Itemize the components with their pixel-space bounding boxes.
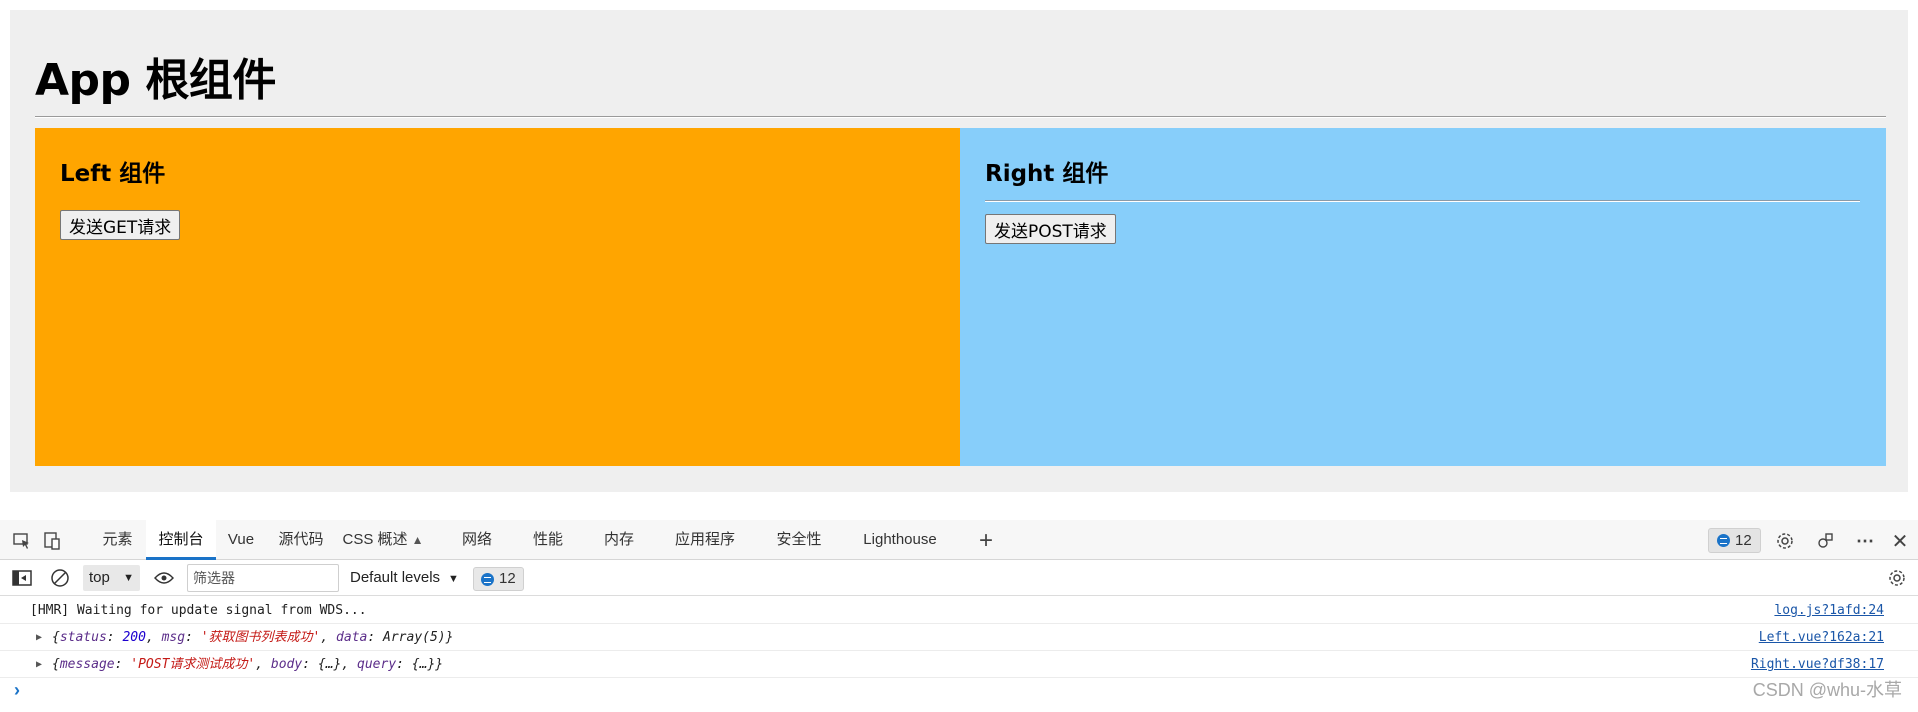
filter-input[interactable]: [187, 564, 339, 592]
console-log-area: [HMR] Waiting for update signal from WDS…: [0, 597, 1918, 702]
issues-count: 12: [1735, 532, 1752, 549]
tab-sources[interactable]: 源代码: [270, 520, 332, 560]
right-divider: [985, 200, 1860, 202]
app-root: App 根组件 Left 组件 发送GET请求 Right 组件 发送POST请…: [10, 10, 1908, 492]
console-filterbar: top ▼ Default levels ▼ 12: [0, 560, 1918, 596]
filter-issues-badge[interactable]: 12: [473, 567, 524, 591]
right-title: Right 组件: [985, 161, 1109, 187]
console-prompt: ›: [14, 680, 20, 700]
left-title: Left 组件: [60, 161, 166, 187]
tab-elements[interactable]: 元素: [90, 520, 145, 560]
log-message: [HMR] Waiting for update signal from WDS…: [30, 603, 367, 618]
beaker-icon: ▲: [411, 533, 424, 547]
log-source-link[interactable]: Left.vue?162a:21: [1759, 624, 1884, 651]
issues-badge[interactable]: 12: [1708, 528, 1761, 553]
eye-icon[interactable]: [152, 566, 176, 590]
tab-css-overview[interactable]: CSS 概述 ▲: [340, 520, 426, 560]
gear-icon[interactable]: [1773, 529, 1797, 553]
tab-console[interactable]: 控制台: [146, 520, 216, 560]
message-icon: [1717, 534, 1730, 547]
log-levels-select[interactable]: Default levels ▼: [350, 565, 459, 591]
tab-vue[interactable]: Vue: [220, 520, 262, 560]
add-tab-icon[interactable]: +: [974, 527, 998, 554]
app-title: App 根组件: [35, 55, 276, 106]
sidebar-toggle-icon[interactable]: [10, 566, 34, 590]
log-row[interactable]: ▶ {message: 'POST请求测试成功', body: {…}, que…: [0, 651, 1918, 678]
right-component: Right 组件 发送POST请求: [960, 128, 1886, 466]
more-options-icon[interactable]: ⋯: [1853, 529, 1877, 553]
context-select[interactable]: top ▼: [83, 565, 140, 591]
caret-down-icon: ▼: [123, 572, 134, 584]
log-object: {status: 200, msg: '获取图书列表成功', data: Arr…: [52, 630, 454, 645]
watermark: CSDN @whu-水草: [1752, 680, 1902, 700]
send-post-button[interactable]: 发送POST请求: [985, 214, 1116, 244]
tab-network[interactable]: 网络: [452, 520, 502, 560]
tab-security[interactable]: 安全性: [766, 520, 832, 560]
log-source-link[interactable]: Right.vue?df38:17: [1751, 651, 1884, 678]
send-get-button[interactable]: 发送GET请求: [60, 210, 181, 240]
message-icon: [481, 572, 494, 586]
left-component: Left 组件 发送GET请求: [35, 128, 960, 466]
filter-issues-count: 12: [499, 570, 516, 587]
log-source-link[interactable]: log.js?1afd:24: [1774, 597, 1884, 624]
app-divider: [35, 116, 1886, 118]
caret-down-icon: ▼: [448, 573, 459, 585]
customize-icon[interactable]: [1813, 529, 1837, 553]
tab-performance[interactable]: 性能: [523, 520, 573, 560]
expand-arrow-icon[interactable]: ▶: [36, 624, 42, 651]
log-row: [HMR] Waiting for update signal from WDS…: [0, 597, 1918, 624]
devtools-tabbar: 元素 控制台 Vue 源代码 CSS 概述 ▲ 网络 性能 内存 应用程序 安全性…: [0, 520, 1918, 560]
log-object: {message: 'POST请求测试成功', body: {…}, query…: [52, 657, 444, 672]
tab-application[interactable]: 应用程序: [665, 520, 745, 560]
context-value: top: [89, 569, 110, 586]
log-row[interactable]: ▶ {status: 200, msg: '获取图书列表成功', data: A…: [0, 624, 1918, 651]
clear-console-icon[interactable]: [48, 566, 72, 590]
console-prompt-row[interactable]: ›: [0, 678, 1918, 702]
console-settings-gear-icon[interactable]: [1885, 566, 1909, 590]
close-icon[interactable]: ✕: [1888, 529, 1912, 553]
tab-memory[interactable]: 内存: [594, 520, 644, 560]
log-levels-value: Default levels: [350, 569, 441, 586]
devtools-panel: 元素 控制台 Vue 源代码 CSS 概述 ▲ 网络 性能 内存 应用程序 安全性…: [0, 520, 1918, 712]
inspect-element-icon[interactable]: [10, 529, 34, 553]
tab-css-overview-label: CSS 概述: [342, 531, 408, 548]
device-toolbar-icon[interactable]: [40, 529, 64, 553]
tab-lighthouse[interactable]: Lighthouse: [855, 520, 945, 560]
expand-arrow-icon[interactable]: ▶: [36, 651, 42, 678]
